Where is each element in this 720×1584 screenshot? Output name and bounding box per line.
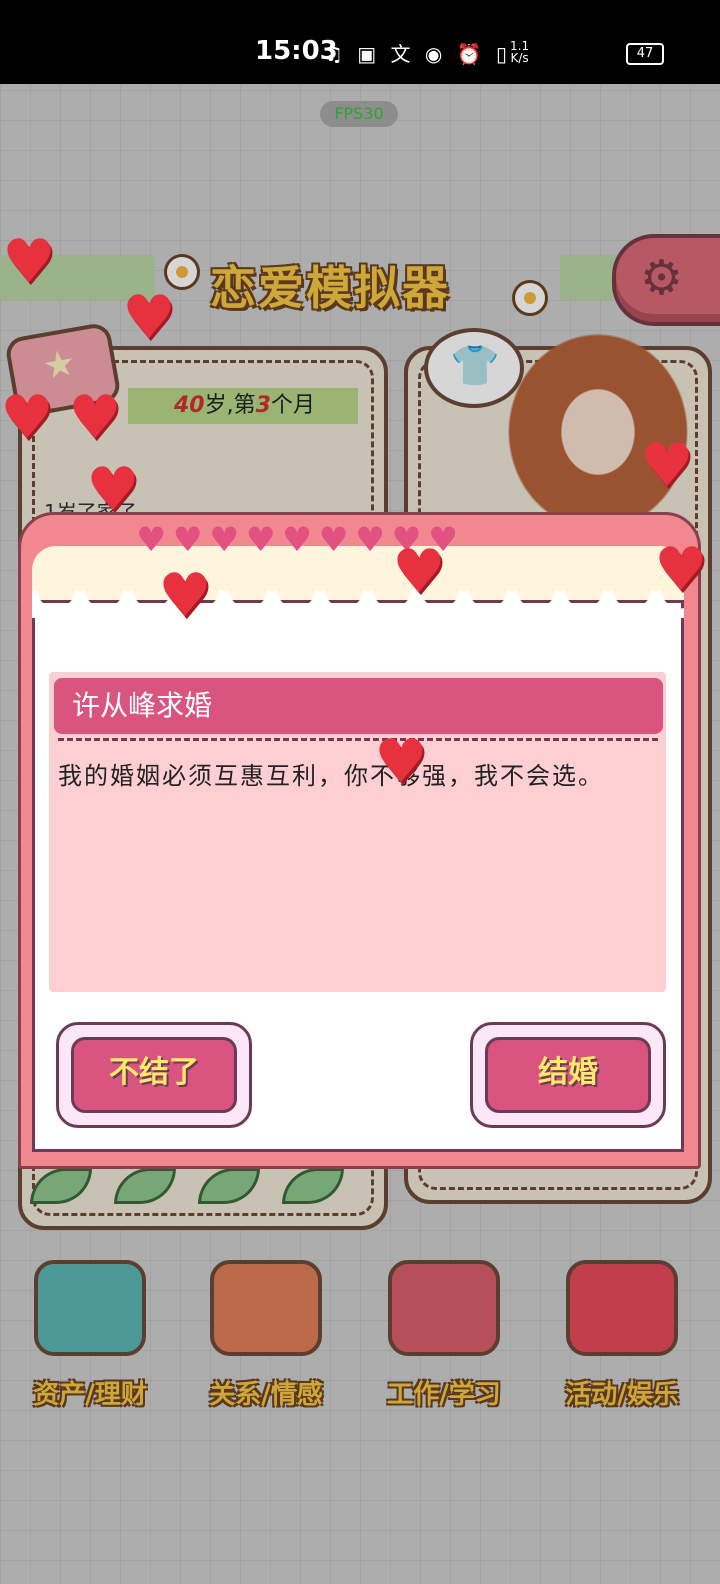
- heart-icon: ♥: [374, 727, 428, 797]
- battery-indicator: 47: [626, 43, 664, 65]
- heart-icon: ♥: [392, 537, 446, 607]
- decline-button[interactable]: 不结了: [56, 1022, 252, 1128]
- marry-button[interactable]: 结婚: [470, 1022, 666, 1128]
- status-bar: 15:03 ♫ ▣ 文 ◉ ⏰ ▯ 1.1 K/s 47: [0, 0, 720, 84]
- heart-icon: ♥: [0, 383, 54, 453]
- heart-icon: ♥: [654, 535, 708, 605]
- dialog-title: 许从峰求婚: [54, 678, 663, 734]
- dialog-message: 我的婚姻必须互惠互利，你不够强，我不会选。: [58, 762, 604, 790]
- heart-icon: ♥: [640, 431, 694, 501]
- heart-icon: ♥: [122, 283, 176, 353]
- heart-icon: ♥: [68, 383, 122, 453]
- heart-icon: ♥: [2, 227, 56, 297]
- heart-icon: ♥: [86, 455, 140, 525]
- status-icons: ♫ ▣ 文 ◉ ⏰ ▯: [325, 42, 511, 66]
- heart-icon: ♥: [158, 561, 212, 631]
- network-speed: 1.1 K/s: [510, 39, 530, 65]
